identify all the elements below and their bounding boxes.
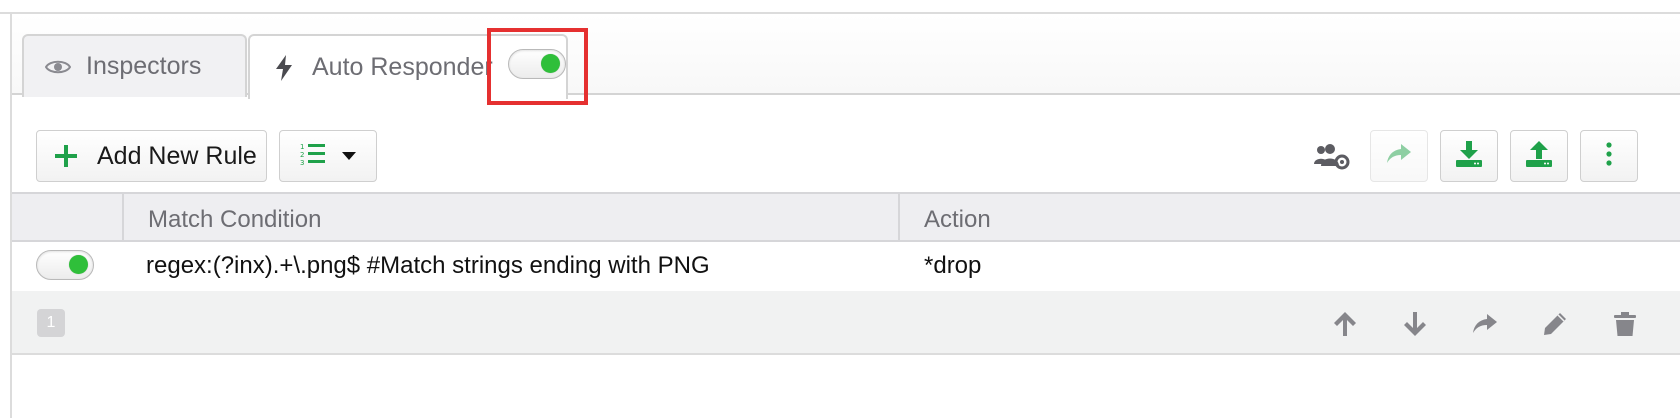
pencil-icon[interactable] xyxy=(1540,309,1570,339)
svg-text:3: 3 xyxy=(300,159,304,166)
auto-responder-enable-toggle[interactable] xyxy=(508,49,566,79)
column-divider xyxy=(122,194,124,242)
export-icon xyxy=(1526,140,1552,172)
toggle-knob xyxy=(69,255,88,274)
rule-number-badge: 1 xyxy=(37,309,65,337)
import-icon xyxy=(1456,140,1482,172)
share-button[interactable] xyxy=(1370,130,1428,182)
arrow-up-icon[interactable] xyxy=(1330,309,1360,339)
import-button[interactable] xyxy=(1440,130,1498,182)
numbered-list-icon: 1 2 3 xyxy=(300,142,326,171)
share-icon xyxy=(1387,143,1411,169)
rule-row-actions-bar: 1 xyxy=(12,291,1680,355)
more-vertical-icon xyxy=(1606,141,1612,171)
column-divider xyxy=(898,194,900,242)
plus-icon xyxy=(55,145,77,167)
team-settings-icon[interactable] xyxy=(1314,144,1350,170)
eye-icon xyxy=(44,53,72,81)
tab-inspectors[interactable]: Inspectors xyxy=(22,34,247,97)
column-header-action[interactable]: Action xyxy=(924,206,991,234)
arrow-down-icon[interactable] xyxy=(1400,309,1430,339)
export-button[interactable] xyxy=(1510,130,1568,182)
toggle-knob xyxy=(541,54,560,73)
tab-auto-responder-label: Auto Responder xyxy=(312,53,493,81)
rule-list-dropdown-button[interactable]: 1 2 3 xyxy=(279,130,377,182)
more-options-button[interactable] xyxy=(1580,130,1638,182)
svg-text:2: 2 xyxy=(300,151,304,159)
svg-text:1: 1 xyxy=(300,143,304,151)
tab-inspectors-label: Inspectors xyxy=(86,52,202,80)
add-new-rule-label: Add New Rule xyxy=(97,141,257,170)
chevron-down-icon xyxy=(342,152,356,160)
table-row[interactable]: regex:(?inx).+\.png$ #Match strings endi… xyxy=(12,242,1680,291)
add-new-rule-button[interactable]: Add New Rule xyxy=(36,130,267,182)
rule-enable-toggle[interactable] xyxy=(36,250,94,280)
lightning-icon xyxy=(270,54,298,82)
auto-responder-window: Inspectors Auto Responder Add New Rule 1… xyxy=(0,0,1680,418)
rules-table-header: Match Condition Action xyxy=(12,192,1680,242)
trash-icon[interactable] xyxy=(1610,309,1640,339)
column-header-match-condition[interactable]: Match Condition xyxy=(148,206,321,234)
rule-action: *drop xyxy=(924,252,982,279)
rule-match-condition: regex:(?inx).+\.png$ #Match strings endi… xyxy=(146,252,710,279)
main-pane: Inspectors Auto Responder Add New Rule 1… xyxy=(10,14,1680,418)
share-icon[interactable] xyxy=(1470,309,1500,339)
